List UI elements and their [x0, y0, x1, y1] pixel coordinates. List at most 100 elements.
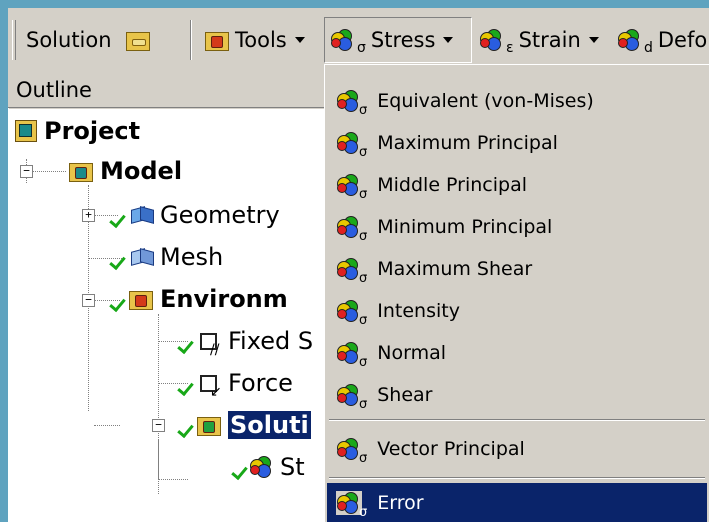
tree-node-stress-result[interactable]: St — [250, 453, 305, 481]
tree-node-label: Model — [100, 157, 183, 185]
menu-item-label: Vector Principal — [377, 438, 525, 460]
stress-result-icon — [337, 258, 361, 280]
stress-subscript: σ — [359, 312, 368, 328]
force-icon: ↙ — [196, 372, 222, 400]
solution-label: Solution — [26, 28, 112, 52]
tree-node-model[interactable]: Model — [68, 157, 182, 185]
menu-item-label: Intensity — [377, 300, 460, 322]
stress-subscript: σ — [359, 396, 368, 412]
menu-item-label: Equivalent (von-Mises) — [377, 90, 594, 112]
stress-button[interactable]: σ Stress — [324, 17, 472, 63]
tree-node-force[interactable]: ↙ Force — [196, 369, 293, 400]
stress-subscript: σ — [359, 102, 368, 118]
environment-checkmark-icon — [112, 295, 128, 307]
environment-collapse-toggle[interactable]: − — [82, 294, 95, 307]
menu-item-label: Maximum Shear — [377, 258, 533, 280]
menu-item-error[interactable]: σ Error — [327, 483, 707, 522]
stress-result-icon — [337, 174, 361, 196]
environment-folder-icon — [128, 288, 154, 310]
fixed-support-checkmark-icon — [180, 337, 196, 349]
tree-node-label: Environm — [160, 285, 288, 313]
strain-label: Strain — [518, 28, 581, 52]
tree-line — [158, 439, 159, 479]
menu-item-intensity[interactable]: σ Intensity — [327, 291, 707, 331]
tree-node-solution[interactable]: Soluti — [196, 411, 311, 439]
mesh-icon — [128, 246, 154, 268]
menu-item-label: Error — [377, 492, 424, 514]
tree-line — [158, 479, 188, 480]
menu-item-label: Middle Principal — [377, 174, 528, 196]
project-icon — [14, 119, 38, 143]
menu-item-equivalent-von-mises[interactable]: σ Equivalent (von-Mises) — [327, 81, 707, 121]
stress-result-icon — [337, 300, 361, 322]
tree-node-label: Geometry — [160, 201, 280, 229]
stress-subscript: σ — [359, 186, 368, 202]
toolbar-grip[interactable] — [12, 20, 16, 60]
deformation-button[interactable]: d Defor — [612, 17, 709, 63]
stress-result-icon — [250, 456, 274, 478]
tree-node-label: Mesh — [160, 243, 224, 271]
menu-item-label: Minimum Principal — [377, 216, 553, 238]
force-checkmark-icon — [180, 379, 196, 391]
outline-tree: Project − Model + Geometry Mesh − Enviro… — [8, 109, 324, 522]
strain-icon — [480, 29, 504, 51]
stress-dropdown-menu: σ Equivalent (von-Mises) σ Maximum Princ… — [324, 64, 709, 522]
stress-result-icon — [337, 132, 361, 154]
deformation-icon — [618, 29, 642, 51]
stress-result-icon — [337, 90, 361, 112]
tree-node-mesh[interactable]: Mesh — [128, 243, 223, 271]
stress-dropdown-arrow-icon — [443, 37, 454, 43]
menu-separator — [329, 477, 705, 479]
menu-item-maximum-principal[interactable]: σ Maximum Principal — [327, 123, 707, 163]
model-folder-icon — [68, 160, 94, 182]
tree-node-project[interactable]: Project — [14, 117, 140, 145]
menu-item-vector-principal[interactable]: σ Vector Principal — [327, 429, 707, 469]
stress-subscript: σ — [357, 40, 366, 56]
tree-node-label: St — [280, 453, 305, 481]
tools-dropdown-arrow-icon — [294, 37, 305, 43]
menu-item-label: Shear — [377, 384, 433, 406]
tree-line — [94, 425, 120, 426]
fixed-support-icon: // — [196, 330, 222, 358]
solution-checkmark-icon — [180, 421, 196, 433]
stress-label: Stress — [370, 28, 436, 52]
tree-node-geometry[interactable]: Geometry — [128, 201, 280, 229]
outline-header: Outline — [8, 72, 324, 108]
geometry-expand-toggle[interactable]: + — [82, 209, 95, 222]
solution-collapse-toggle[interactable]: − — [152, 419, 165, 432]
geometry-checkmark-icon — [112, 211, 128, 223]
tree-node-label: Soluti — [228, 411, 311, 439]
menu-item-maximum-shear[interactable]: σ Maximum Shear — [327, 249, 707, 289]
stress-result-icon — [336, 491, 362, 515]
solution-button[interactable]: Solution — [20, 17, 157, 63]
mesh-checkmark-icon — [112, 253, 128, 265]
menu-item-shear[interactable]: σ Shear — [327, 375, 707, 415]
menu-separator — [329, 419, 705, 421]
stress-icon — [331, 29, 355, 51]
solution-folder-icon — [125, 29, 151, 51]
strain-button[interactable]: ε Strain — [474, 17, 605, 63]
tree-node-label: Force — [228, 369, 293, 397]
stress-subscript: σ — [359, 270, 368, 286]
tools-button[interactable]: Tools — [198, 17, 311, 63]
menu-item-middle-principal[interactable]: σ Middle Principal — [327, 165, 707, 205]
strain-subscript: ε — [506, 40, 514, 56]
stress-result-icon — [337, 438, 361, 460]
menu-item-normal[interactable]: σ Normal — [327, 333, 707, 373]
geometry-icon — [128, 204, 154, 226]
tree-node-environment[interactable]: Environm — [128, 285, 288, 313]
tree-node-fixed-support[interactable]: // Fixed S — [196, 327, 313, 358]
application-window: Solution Tools σ Stress ε Strain d Defo … — [8, 8, 709, 522]
stress-result-icon — [337, 384, 361, 406]
solution-folder-icon — [196, 414, 222, 436]
stress-subscript: σ — [359, 144, 368, 160]
menu-item-label: Normal — [377, 342, 446, 364]
toolbar-separator — [190, 20, 192, 60]
strain-dropdown-arrow-icon — [588, 37, 599, 43]
menu-item-minimum-principal[interactable]: σ Minimum Principal — [327, 207, 707, 247]
model-collapse-toggle[interactable]: − — [20, 165, 33, 178]
tree-line — [32, 171, 66, 172]
tools-label: Tools — [235, 28, 287, 52]
stress-subscript: σ — [359, 354, 368, 370]
deformation-label: Defor — [657, 28, 709, 52]
